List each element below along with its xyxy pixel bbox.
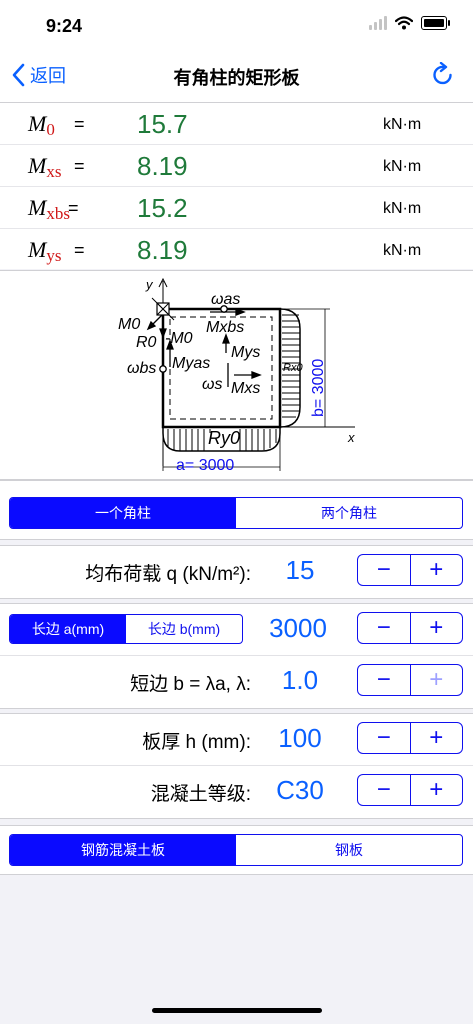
thickness-plus-button[interactable]: + xyxy=(411,723,463,753)
result-equals: = xyxy=(74,240,85,260)
thickness-label: 板厚 h (mm): xyxy=(142,732,251,753)
battery-icon xyxy=(421,16,450,30)
result-symbol: Mys xyxy=(28,237,62,265)
label-neg-m0: -M0 xyxy=(165,330,193,347)
result-value: 15.7 xyxy=(137,109,188,139)
label-mxbs: Mxbs xyxy=(206,319,244,336)
material-mode-segmented: 钢筋混凝土板 钢板 xyxy=(9,834,463,866)
label-mys: Mys xyxy=(231,344,260,361)
short-side-minus-button[interactable]: − xyxy=(358,665,411,695)
status-icons xyxy=(369,16,450,30)
load-plus-button[interactable]: + xyxy=(411,555,463,585)
thickness-row: 板厚 h (mm): 100 − + xyxy=(0,714,473,764)
home-indicator[interactable] xyxy=(152,1008,322,1013)
result-value: 8.19 xyxy=(137,151,188,181)
label-m0: M0 xyxy=(118,316,140,333)
page-title: 有角柱的矩形板 xyxy=(173,68,300,88)
result-equals: = xyxy=(74,156,85,176)
dimension-card: 长边 a(mm) 长边 b(mm) 3000 − + 短边 b = λa, λ:… xyxy=(0,603,473,709)
segment-one-column[interactable]: 一个角柱 xyxy=(10,498,236,528)
segment-long-side-a[interactable]: 长边 a(mm) xyxy=(10,615,126,643)
refresh-icon xyxy=(433,61,452,85)
load-value[interactable]: 15 xyxy=(250,555,350,586)
long-side-minus-button[interactable]: − xyxy=(358,613,411,643)
concrete-plus-button[interactable]: + xyxy=(411,775,463,805)
result-unit: kN·m xyxy=(383,200,422,217)
thickness-stepper: − + xyxy=(357,722,463,754)
short-side-value[interactable]: 1.0 xyxy=(250,665,350,696)
long-side-stepper: − + xyxy=(357,612,463,644)
concrete-stepper: − + xyxy=(357,774,463,806)
plate-diagram: y x M0 R0 -M0 ωas Mxbs Mys Rx0 ωbs Myas … xyxy=(0,270,473,480)
dimension-b: b= 3000 xyxy=(310,359,327,417)
short-side-row: 短边 b = λa, λ: 1.0 − + xyxy=(0,656,473,706)
short-side-stepper: − + xyxy=(357,664,463,696)
concrete-minus-button[interactable]: − xyxy=(358,775,411,805)
side-mode-segmented: 长边 a(mm) 长边 b(mm) xyxy=(9,614,243,644)
label-omega-s: ωs xyxy=(202,376,222,393)
result-symbol: M0 xyxy=(28,111,55,139)
label-omega-bs: ωbs xyxy=(127,360,156,377)
result-row-mys: Mys = 8.19 kN·m xyxy=(0,229,473,270)
label-rx0: Rx0 xyxy=(283,362,303,374)
thickness-minus-button[interactable]: − xyxy=(358,723,411,753)
load-minus-button[interactable]: − xyxy=(358,555,411,585)
result-symbol: Mxbs xyxy=(28,195,70,223)
load-stepper: − + xyxy=(357,554,463,586)
load-row: 均布荷载 q (kN/m²): 15 − + xyxy=(0,546,473,596)
label-ry0: Ry0 xyxy=(208,428,240,448)
dimension-a: a= 3000 xyxy=(176,457,234,474)
result-row-m0: M0 = 15.7 kN·m xyxy=(0,103,473,145)
segment-long-side-b[interactable]: 长边 b(mm) xyxy=(126,615,242,643)
results-panel: M0 = 15.7 kN·m Mxs = 8.19 kN·m Mxbs = 15… xyxy=(0,103,473,269)
long-side-value[interactable]: 3000 xyxy=(248,613,348,644)
concrete-label: 混凝土等级: xyxy=(150,784,251,805)
result-symbol: Mxs xyxy=(28,153,62,181)
result-value: 15.2 xyxy=(137,193,188,223)
result-row-mxbs: Mxbs = 15.2 kN·m xyxy=(0,187,473,229)
result-value: 8.19 xyxy=(137,235,188,265)
result-equals: = xyxy=(74,114,85,134)
thickness-value[interactable]: 100 xyxy=(250,723,350,754)
concrete-row: 混凝土等级: C30 − + xyxy=(0,766,473,816)
column-mode-card: 一个角柱 两个角柱 xyxy=(0,480,473,540)
short-side-plus-button[interactable]: + xyxy=(411,665,463,695)
result-unit: kN·m xyxy=(383,116,422,133)
label-mxs: Mxs xyxy=(231,380,260,397)
wifi-icon xyxy=(395,16,413,30)
label-r0: R0 xyxy=(136,334,157,351)
load-label: 均布荷载 q (kN/m²): xyxy=(85,564,251,585)
result-row-mxs: Mxs = 8.19 kN·m xyxy=(0,145,473,187)
material-mode-card: 钢筋混凝土板 钢板 xyxy=(0,825,473,875)
status-bar: 9:24 xyxy=(0,0,473,50)
status-time: 9:24 xyxy=(46,16,83,36)
x-axis-label: x xyxy=(347,430,355,445)
result-equals: = xyxy=(68,198,79,218)
segment-two-columns[interactable]: 两个角柱 xyxy=(236,498,462,528)
column-mode-segmented: 一个角柱 两个角柱 xyxy=(9,497,463,529)
segment-steel-plate[interactable]: 钢板 xyxy=(236,835,462,865)
long-side-row: 长边 a(mm) 长边 b(mm) 3000 − + xyxy=(0,604,473,654)
long-side-plus-button[interactable]: + xyxy=(411,613,463,643)
load-card: 均布荷载 q (kN/m²): 15 − + xyxy=(0,545,473,599)
label-omega-as: ωas xyxy=(211,291,240,308)
refresh-button[interactable] xyxy=(431,61,455,93)
y-axis-label: y xyxy=(145,277,154,292)
short-side-label: 短边 b = λa, λ: xyxy=(130,674,251,695)
navigation-bar: 返回 有角柱的矩形板 xyxy=(0,50,473,103)
material-card: 板厚 h (mm): 100 − + 混凝土等级: C30 − + xyxy=(0,713,473,819)
result-unit: kN·m xyxy=(383,242,422,259)
result-unit: kN·m xyxy=(383,158,422,175)
signal-icon xyxy=(369,16,387,30)
plate-diagram-svg: y x M0 R0 -M0 ωas Mxbs Mys Rx0 ωbs Myas … xyxy=(118,277,355,474)
label-myas: Myas xyxy=(172,355,210,372)
concrete-value[interactable]: C30 xyxy=(250,775,350,806)
segment-reinforced-concrete[interactable]: 钢筋混凝土板 xyxy=(10,835,236,865)
